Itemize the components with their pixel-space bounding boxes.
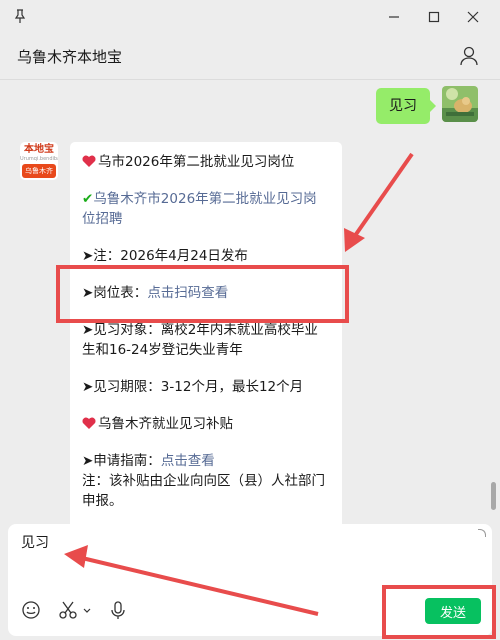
guide-link[interactable]: 点击查看	[161, 453, 215, 469]
check-icon: ✔	[82, 191, 94, 207]
reply-title: 乌市2026年第二批就业见习岗位	[98, 154, 295, 170]
message-input-box[interactable]: 发送	[8, 524, 492, 636]
pin-icon[interactable]	[12, 8, 28, 24]
user-avatar-image	[442, 86, 478, 122]
bot-avatar[interactable]: 本地宝 Urumqi.bendibao.com 乌鲁木齐	[20, 142, 58, 180]
avatar-logo-city: 乌鲁木齐	[22, 164, 56, 178]
reply-link-title[interactable]: 乌鲁木齐市2026年第二批就业见习岗位招聘	[82, 191, 317, 227]
minimize-icon	[389, 16, 399, 18]
scrollbar-thumb[interactable]	[491, 482, 496, 510]
maximize-button[interactable]	[423, 6, 445, 28]
heart-icon	[82, 417, 96, 429]
chat-header: 乌鲁木齐本地宝	[0, 34, 500, 80]
reply-note: ➤注：2026年4月24日发布	[82, 248, 248, 264]
minimize-button[interactable]	[383, 6, 405, 28]
message-list[interactable]: 见习 本地宝 Urumqi.bendibao.com 乌鲁木齐 乌市2026年第…	[0, 80, 500, 524]
scissors-icon[interactable]	[58, 600, 78, 620]
reply-guide-line: ➤申请指南：点击查看	[82, 451, 330, 471]
microphone-icon[interactable]	[108, 600, 128, 620]
reply-link-line[interactable]: ✔乌鲁木齐市2026年第二批就业见习岗位招聘	[82, 189, 330, 229]
outgoing-message-bubble[interactable]: 见习	[376, 88, 436, 124]
heart-icon	[82, 155, 96, 167]
incoming-message-bubble[interactable]: 乌市2026年第二批就业见习岗位 ✔乌鲁木齐市2026年第二批就业见习岗位招聘 …	[70, 142, 342, 524]
reply-positions-line: ➤岗位表：点击扫码查看	[82, 283, 330, 303]
window-titlebar	[0, 0, 500, 34]
subsidy-title: 乌鲁木齐就业见习补贴	[98, 416, 233, 432]
avatar-logo-text: 本地宝	[24, 144, 54, 155]
close-button[interactable]	[462, 6, 484, 28]
guide-note: 注：该补贴由企业向向区（县）人社部门申报。	[82, 473, 325, 509]
reply-title-line: 乌市2026年第二批就业见习岗位	[82, 152, 330, 172]
positions-link[interactable]: 点击扫码查看	[147, 285, 228, 301]
avatar-logo-url: Urumqi.bendibao.com	[20, 156, 58, 162]
resize-handle[interactable]	[478, 529, 486, 537]
user-avatar[interactable]	[442, 86, 478, 122]
input-area: 发送	[0, 524, 500, 640]
chat-title: 乌鲁木齐本地宝	[17, 48, 123, 66]
reply-period: ➤见习期限：3-12个月，最长12个月	[82, 379, 304, 395]
maximize-icon	[428, 11, 440, 23]
profile-icon[interactable]	[458, 45, 480, 67]
message-input[interactable]	[21, 534, 461, 550]
emoji-icon[interactable]	[21, 600, 41, 620]
reply-subsidy-line: 乌鲁木齐就业见习补贴	[82, 414, 330, 434]
guide-label: ➤申请指南：	[82, 453, 161, 469]
positions-label: ➤岗位表：	[82, 285, 148, 301]
send-button[interactable]: 发送	[425, 598, 481, 624]
chevron-down-icon[interactable]	[82, 600, 92, 620]
close-icon	[467, 11, 479, 23]
reply-target: ➤见习对象：离校2年内未就业高校毕业生和16-24岁登记失业青年	[82, 322, 318, 358]
